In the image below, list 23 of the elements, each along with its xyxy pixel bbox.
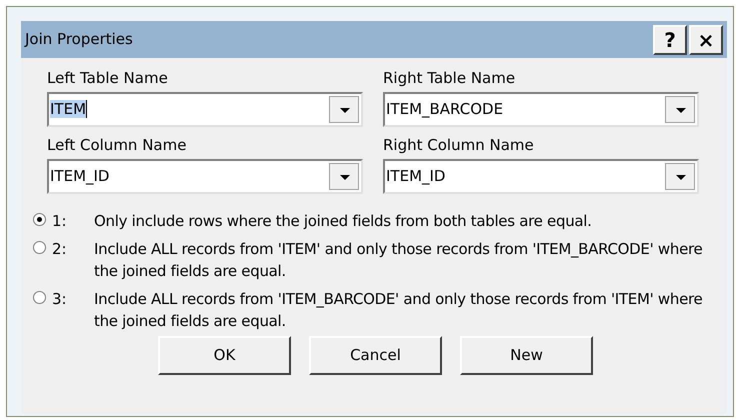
window-title: Join Properties [25, 29, 133, 50]
combo-box[interactable]: ITEM_ID [47, 159, 363, 194]
radio-button[interactable] [33, 241, 46, 254]
option-text: Only include rows where the joined fields from both tables are equal. [94, 211, 592, 232]
radio-button[interactable] [33, 213, 46, 226]
option-text: Include ALL records from 'ITEM_BARCODE' and only those records from 'ITEM' where the joined fields are equal. [94, 289, 704, 332]
field-label: Right Column Name [383, 135, 535, 156]
help-button[interactable]: ? [653, 24, 687, 54]
dialog-button[interactable]: OK [158, 336, 291, 375]
close-button[interactable]: × [689, 24, 723, 54]
field-label: Left Column Name [47, 135, 188, 156]
radio-button[interactable] [33, 291, 46, 304]
combo-box[interactable]: ITEM [47, 92, 363, 127]
field-label: Left Table Name [47, 68, 169, 89]
field-label: Right Table Name [383, 68, 516, 89]
dialog-button[interactable]: Cancel [309, 336, 442, 375]
option-number: 1: [52, 211, 68, 232]
dialog-button[interactable]: New [460, 336, 593, 375]
option-number: 2: [52, 239, 68, 260]
option-number: 3: [52, 289, 68, 310]
combo-box[interactable]: ITEM_ID [383, 159, 699, 194]
combo-box[interactable]: ITEM_BARCODE [383, 92, 699, 127]
option-text: Include ALL records from 'ITEM' and only those records from 'ITEM_BARCODE' where the joined fields are equal. [94, 239, 704, 282]
